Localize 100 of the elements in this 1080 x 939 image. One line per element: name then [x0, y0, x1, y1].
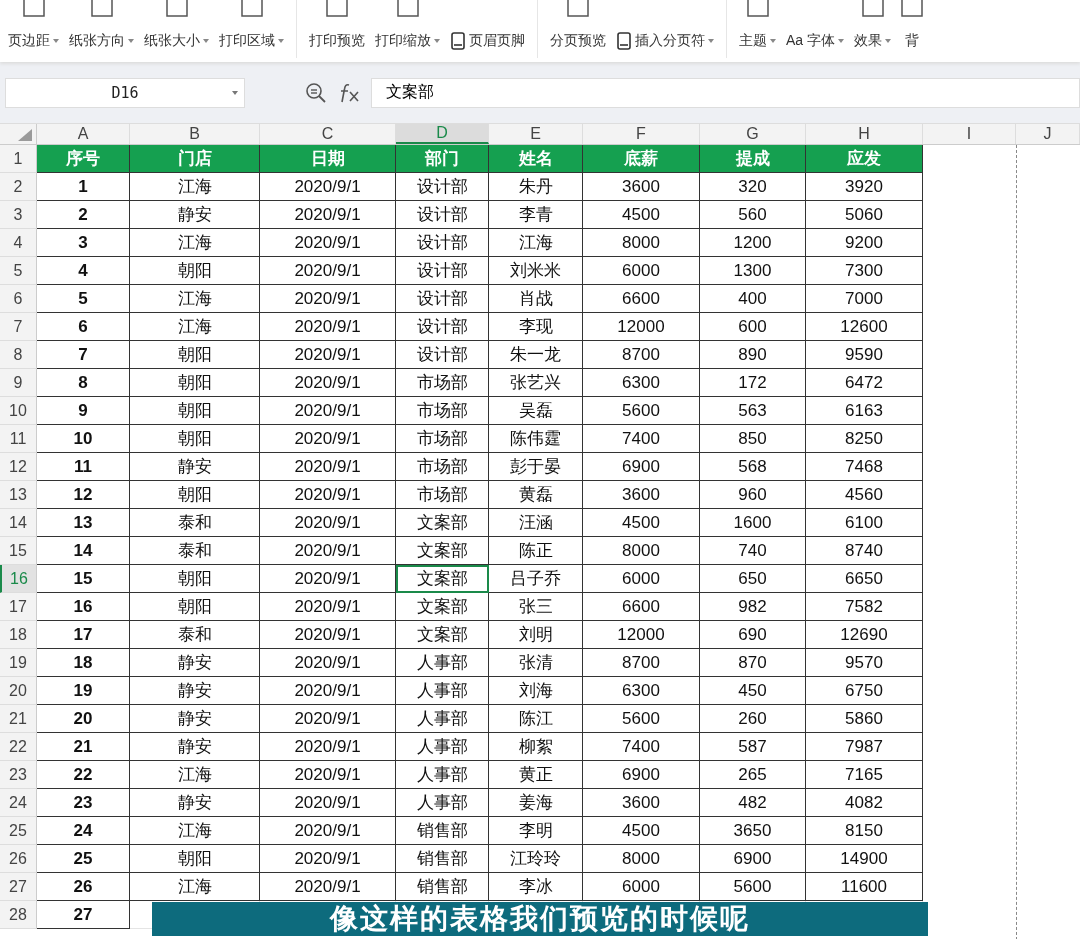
zoom-icon[interactable]	[305, 81, 327, 104]
row-header[interactable]: 17	[0, 593, 37, 621]
row-header[interactable]: 10	[0, 397, 37, 425]
caret-icon	[53, 39, 59, 43]
toolbar-icon	[88, 0, 115, 18]
table-cell: 黄磊	[489, 481, 583, 509]
row-header[interactable]: 22	[0, 733, 37, 761]
name-box[interactable]: D16	[5, 77, 245, 108]
select-all-icon[interactable]	[18, 129, 32, 141]
table-cell: 彭于晏	[489, 453, 583, 481]
table-cell: 江海	[130, 285, 260, 313]
row-header[interactable]: 26	[0, 845, 37, 873]
toolbar-button[interactable]: 背	[903, 32, 921, 50]
toolbar-icon	[899, 0, 925, 18]
row-header[interactable]: 7	[0, 313, 37, 341]
page-icon	[450, 32, 466, 50]
table-cell: 5600	[700, 873, 806, 901]
table-cell: 6472	[806, 369, 923, 397]
row-header[interactable]: 14	[0, 509, 37, 537]
table-cell: 设计部	[396, 173, 489, 201]
row-header[interactable]: 6	[0, 285, 37, 313]
row-header[interactable]: 1	[0, 145, 37, 173]
table-cell: 2020/9/1	[260, 537, 396, 565]
caret-icon	[128, 39, 134, 43]
toolbar-button[interactable]: 效果	[852, 32, 893, 50]
table-cell: 13	[37, 509, 130, 537]
table-cell: 890	[700, 341, 806, 369]
caret-icon	[434, 39, 440, 43]
row-header[interactable]: 15	[0, 537, 37, 565]
table-cell: 文案部	[396, 621, 489, 649]
toolbar-button[interactable]: 纸张方向	[67, 32, 136, 50]
column-header[interactable]: J	[1016, 124, 1080, 144]
column-header[interactable]: H	[806, 124, 923, 144]
table-cell: 4082	[806, 789, 923, 817]
table-cell: 江海	[130, 229, 260, 257]
table-cell: 2020/9/1	[260, 677, 396, 705]
caret-icon	[278, 39, 284, 43]
row-header[interactable]: 9	[0, 369, 37, 397]
column-header[interactable]: E	[489, 124, 583, 144]
toolbar-button[interactable]: Aa 字体	[784, 32, 846, 50]
table-cell: 人事部	[396, 761, 489, 789]
column-title: 底薪	[583, 145, 700, 173]
row-header[interactable]: 3	[0, 201, 37, 229]
column-header[interactable]: I	[923, 124, 1016, 144]
toolbar-button[interactable]: 页眉页脚	[448, 32, 527, 50]
toolbar-button[interactable]: 分页预览	[548, 32, 608, 50]
column-header[interactable]: A	[37, 124, 130, 144]
table-cell: 文案部	[396, 593, 489, 621]
row-header[interactable]: 8	[0, 341, 37, 369]
table-cell: 2020/9/1	[260, 173, 396, 201]
table-cell: 400	[700, 285, 806, 313]
table-cell: 8	[37, 369, 130, 397]
table-cell: 870	[700, 649, 806, 677]
row-header[interactable]: 12	[0, 453, 37, 481]
row-header[interactable]: 13	[0, 481, 37, 509]
toolbar-button[interactable]: 打印预览	[307, 32, 367, 50]
row-header[interactable]: 20	[0, 677, 37, 705]
table-cell: 3650	[700, 817, 806, 845]
row-header[interactable]: 4	[0, 229, 37, 257]
row-header[interactable]: 24	[0, 789, 37, 817]
toolbar-button[interactable]: 打印区域	[217, 32, 286, 50]
column-header[interactable]: F	[583, 124, 700, 144]
formula-field[interactable]: 文案部	[371, 77, 1080, 108]
row-header[interactable]: 21	[0, 705, 37, 733]
table-cell: 2020/9/1	[260, 369, 396, 397]
column-title: 部门	[396, 145, 489, 173]
table-cell: 7	[37, 341, 130, 369]
table-cell: 姜海	[489, 789, 583, 817]
column-header[interactable]: G	[700, 124, 806, 144]
toolbar-button[interactable]: 主题	[737, 32, 778, 50]
table-cell: 24	[37, 817, 130, 845]
toolbar-button[interactable]: 插入分页符	[614, 32, 716, 50]
toolbar-button[interactable]: 页边距	[6, 32, 61, 50]
caret-icon	[838, 39, 844, 43]
table-cell: 21	[37, 733, 130, 761]
row-header[interactable]: 5	[0, 257, 37, 285]
table-cell: 汪涵	[489, 509, 583, 537]
row-header[interactable]: 28	[0, 901, 37, 929]
table-cell: 6900	[700, 845, 806, 873]
column-header[interactable]: B	[130, 124, 260, 144]
row-header[interactable]: 2	[0, 173, 37, 201]
table-cell: 销售部	[396, 873, 489, 901]
row-header[interactable]: 27	[0, 873, 37, 901]
toolbar-button[interactable]: 纸张大小	[142, 32, 211, 50]
row-header[interactable]: 23	[0, 761, 37, 789]
table-cell: 肖战	[489, 285, 583, 313]
table-cell: 文案部	[396, 565, 489, 593]
table-cell: 4500	[583, 201, 700, 229]
table-cell: 2020/9/1	[260, 257, 396, 285]
row-header[interactable]: 19	[0, 649, 37, 677]
table-cell: 2020/9/1	[260, 285, 396, 313]
table-cell: 人事部	[396, 677, 489, 705]
column-title: 序号	[37, 145, 130, 173]
row-header[interactable]: 18	[0, 621, 37, 649]
table-cell: 刘明	[489, 621, 583, 649]
row-header[interactable]: 25	[0, 817, 37, 845]
table-cell: 5600	[583, 397, 700, 425]
row-header[interactable]: 11	[0, 425, 37, 453]
table-cell: 23	[37, 789, 130, 817]
toolbar-button[interactable]: 打印缩放	[373, 32, 442, 50]
